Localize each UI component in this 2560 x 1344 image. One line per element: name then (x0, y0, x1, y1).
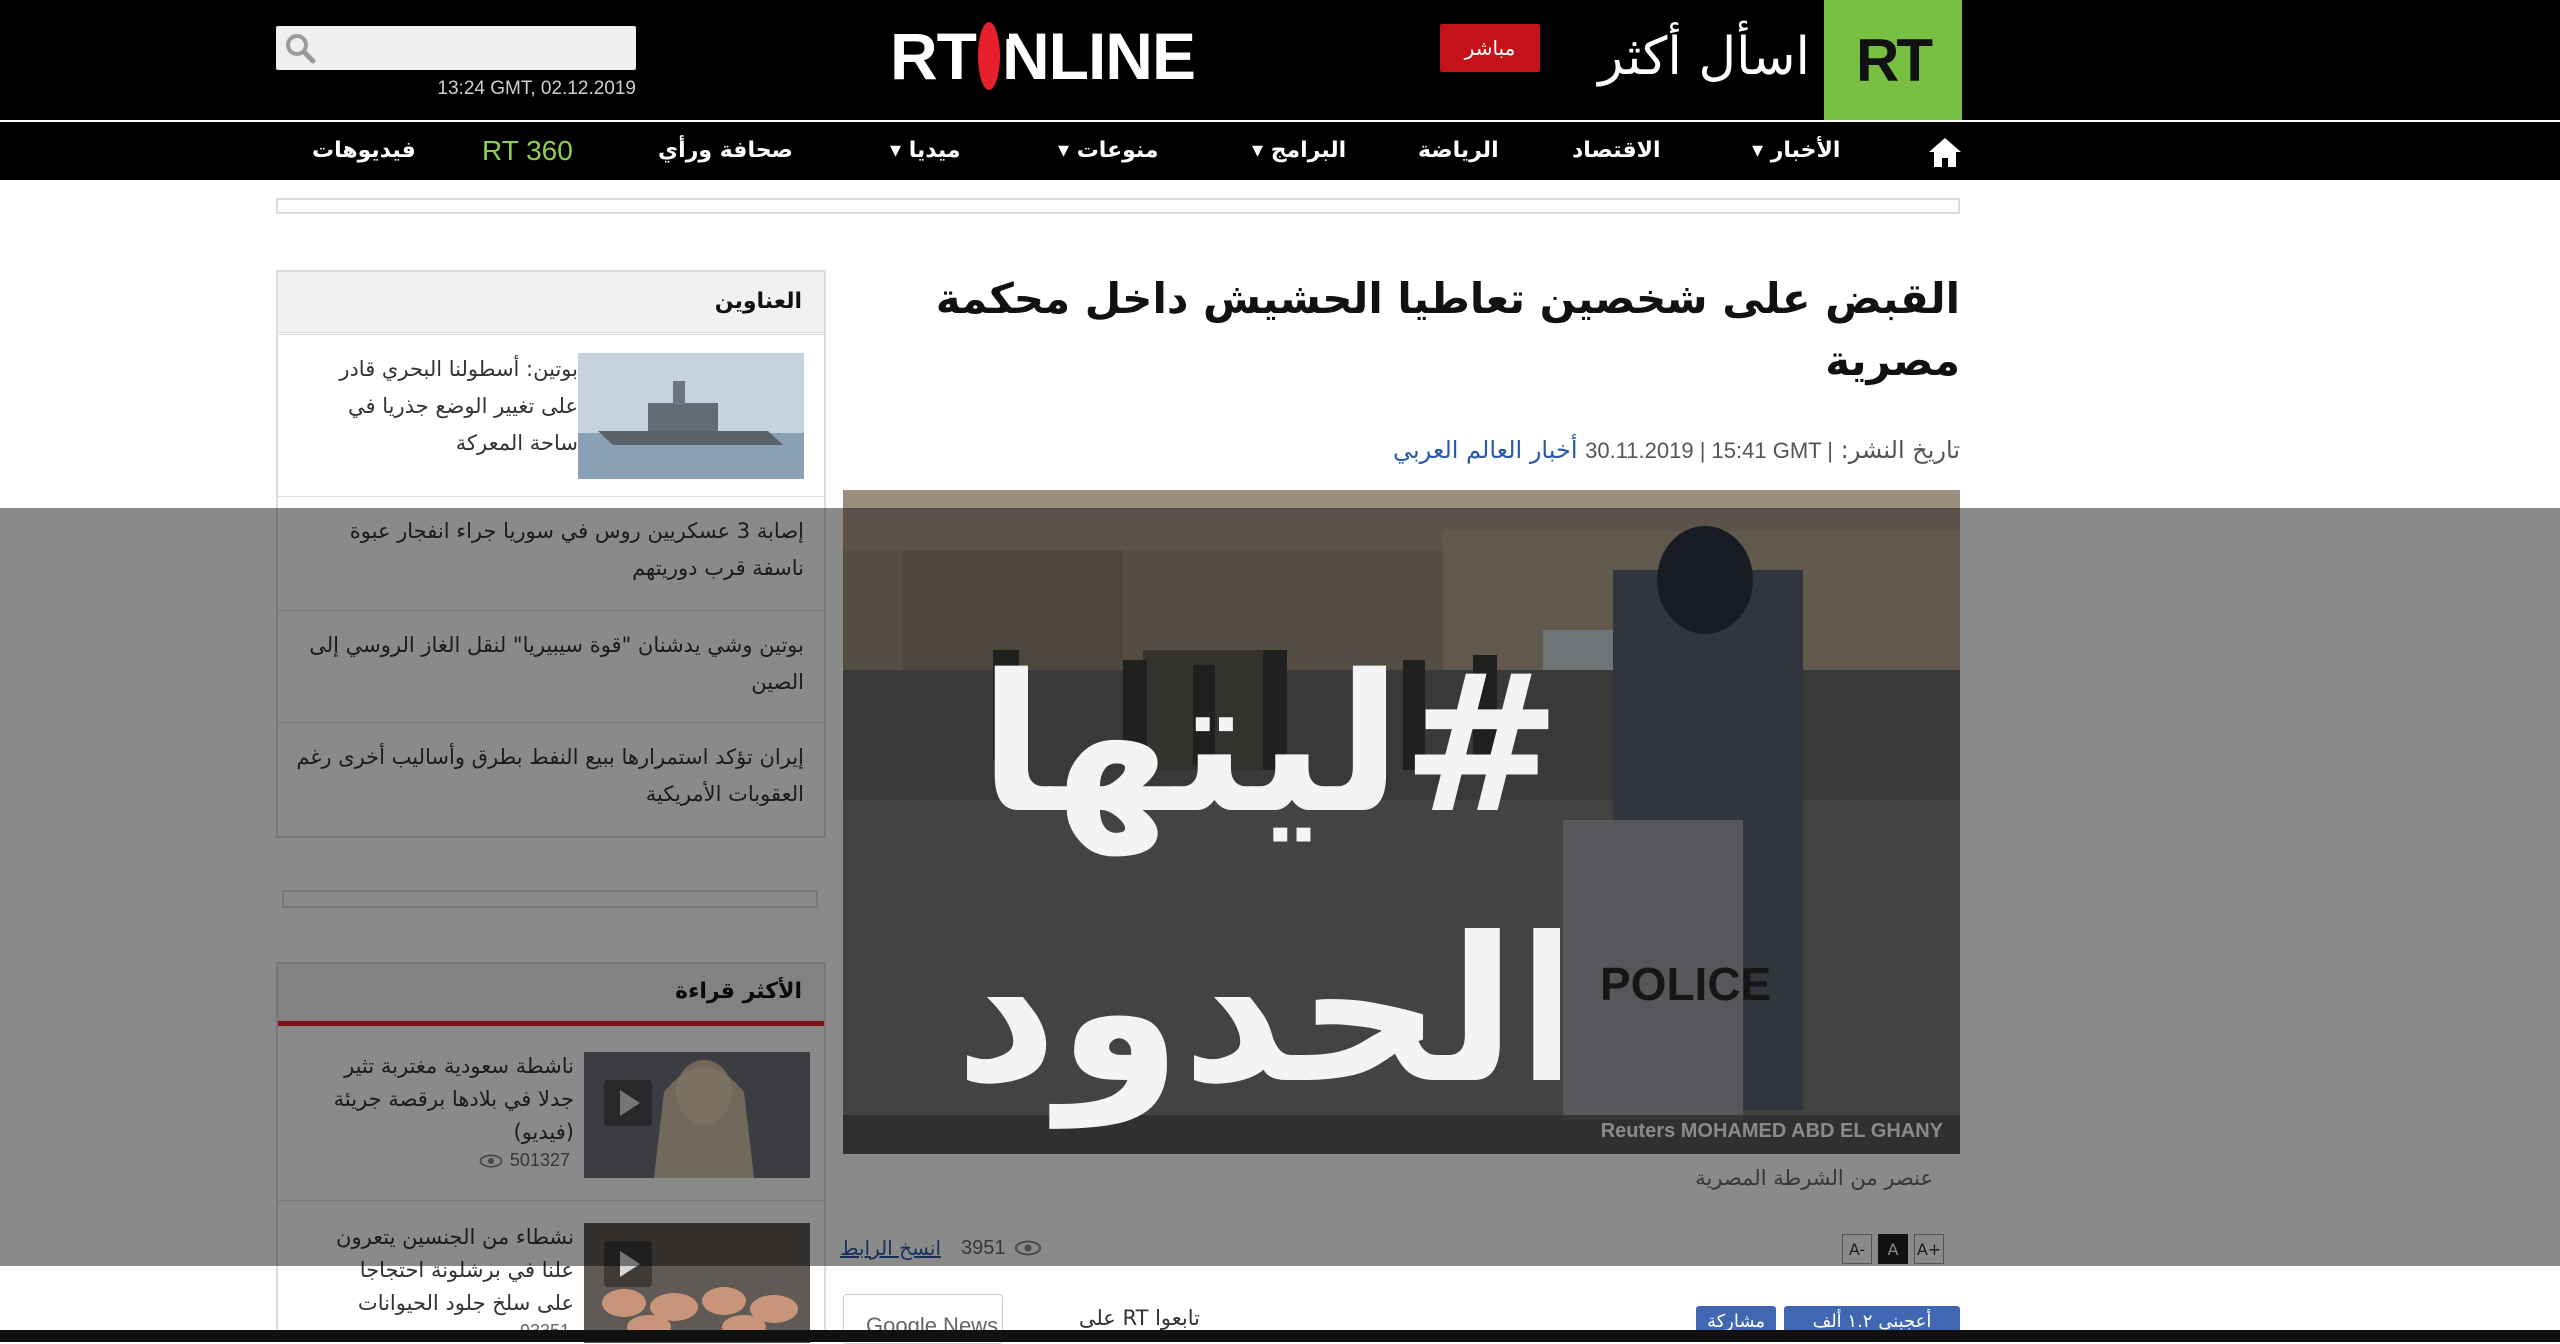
article-headline: القبض على شخصين تعاطيا الحشيش داخل محكمة… (935, 274, 1960, 385)
headlines-title: العناوين (714, 289, 802, 314)
hashtag-calligraphy: #ليتها الحدود (955, 634, 1560, 1129)
nav-news[interactable]: الأخبار ▾ (1752, 122, 1840, 180)
article-meta: تاريخ النشر: 30.11.2019 | 15:41 GMT | أخ… (900, 436, 1960, 464)
nav-misc[interactable]: منوعات ▾ (1058, 122, 1159, 180)
nav-sports[interactable]: الرياضة (1418, 122, 1499, 180)
category-link[interactable]: أخبار العالم العربي (1393, 436, 1578, 464)
headline-item[interactable]: بوتين: أسطولنا البحري قادر على تغيير الو… (278, 334, 824, 496)
nav-economy[interactable]: الاقتصاد (1572, 122, 1661, 180)
follow-rt-text: تابعوا RT على (1078, 1306, 1200, 1330)
published-date: 30.11.2019 | 15:41 GMT | (1585, 438, 1834, 463)
home-icon[interactable] (1926, 133, 1964, 171)
rt-logo[interactable]: RT (1824, 0, 1962, 120)
tagline: اسأل أكثر (1598, 27, 1810, 87)
headline-thumbnail[interactable] (578, 353, 804, 479)
live-button[interactable]: مباشر (1440, 24, 1540, 72)
hashtag-line1: #ليتها (979, 634, 1560, 857)
headlines-header: العناوين (278, 272, 824, 333)
nav-rt360[interactable]: RT 360 (482, 122, 573, 180)
brand-ring-icon (977, 21, 1009, 90)
nav-videos[interactable]: فيديوهات (312, 122, 416, 180)
search-icon[interactable] (284, 32, 316, 64)
hashtag-line2: الحدود (955, 895, 1560, 1129)
published-label: تاريخ النشر: (1840, 436, 1960, 464)
nav-press-opinion[interactable]: صحافة ورأي (658, 122, 793, 180)
warship-thumbnail (578, 353, 804, 479)
nav-programs[interactable]: البرامج ▾ (1252, 122, 1346, 180)
header-datetime: 13:24 GMT, 02.12.2019 (437, 78, 636, 99)
nav-media[interactable]: ميديا ▾ (890, 122, 961, 180)
brand-left: RT (890, 19, 977, 93)
headline-text[interactable]: بوتين: أسطولنا البحري قادر على تغيير الو… (328, 351, 578, 462)
ad-banner-strip (276, 198, 1960, 214)
rt-online-logo[interactable]: RT NLINE (890, 16, 1196, 96)
bottom-edge (0, 1330, 2560, 1342)
search-input[interactable] (276, 26, 636, 70)
brand-right: NLINE (1001, 19, 1196, 93)
